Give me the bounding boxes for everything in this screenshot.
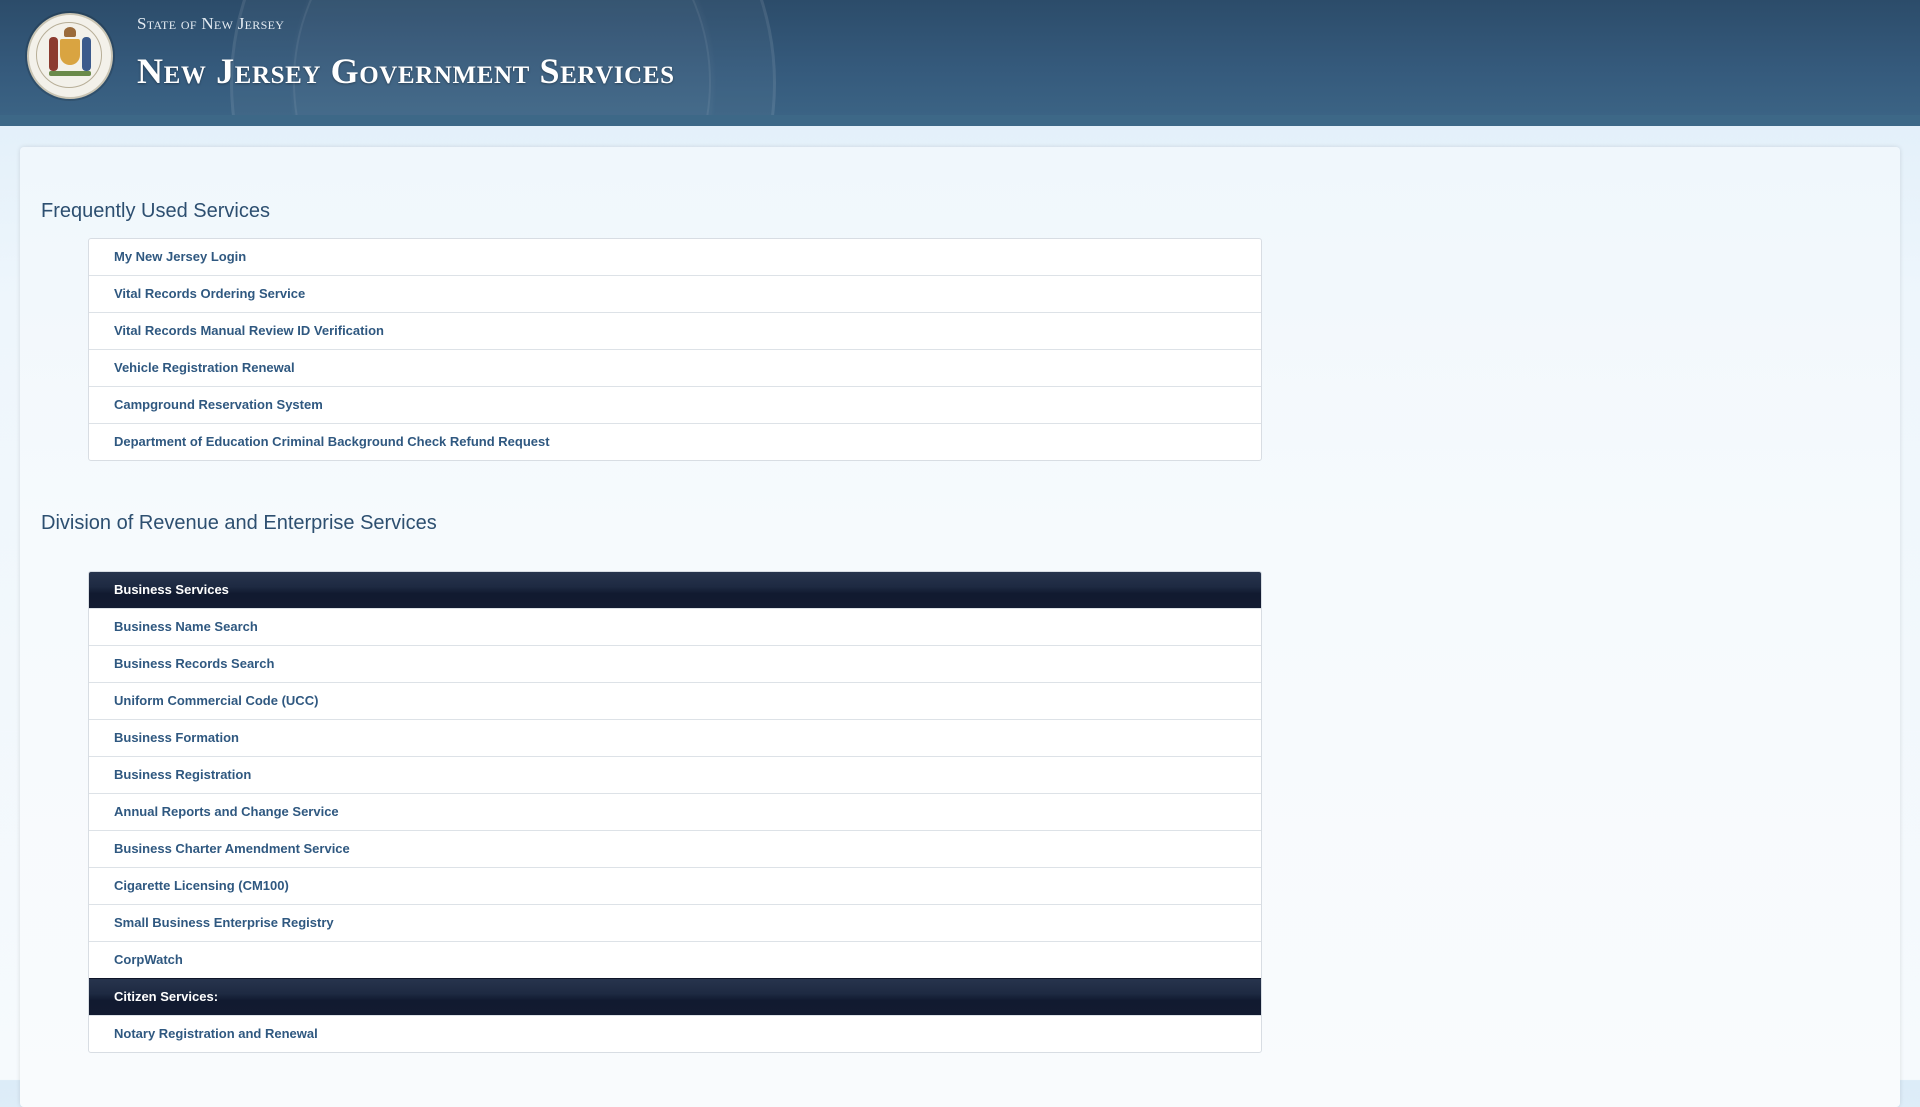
site-title[interactable]: New Jersey Government Services [137, 50, 675, 92]
link-vital-records-ordering[interactable]: Vital Records Ordering Service [89, 275, 1261, 312]
header-divider [0, 115, 1920, 116]
link-my-new-jersey-login[interactable]: My New Jersey Login [89, 239, 1261, 275]
group-header-citizen-services: Citizen Services: [89, 978, 1261, 1015]
link-small-business-registry[interactable]: Small Business Enterprise Registry [89, 904, 1261, 941]
nj-state-seal-icon[interactable] [27, 13, 113, 99]
revenue-services-list: Business Services Business Name Search B… [88, 571, 1262, 1053]
link-business-formation[interactable]: Business Formation [89, 719, 1261, 756]
section-title-frequent: Frequently Used Services [41, 200, 270, 222]
link-business-records-search[interactable]: Business Records Search [89, 645, 1261, 682]
link-annual-reports[interactable]: Annual Reports and Change Service [89, 793, 1261, 830]
link-corpwatch[interactable]: CorpWatch [89, 941, 1261, 978]
link-campground-reservation[interactable]: Campground Reservation System [89, 386, 1261, 423]
frequent-services-list: My New Jersey Login Vital Records Orderi… [88, 238, 1262, 461]
link-business-registration[interactable]: Business Registration [89, 756, 1261, 793]
group-header-business-services: Business Services [89, 572, 1261, 608]
link-vehicle-registration-renewal[interactable]: Vehicle Registration Renewal [89, 349, 1261, 386]
link-charter-amendment[interactable]: Business Charter Amendment Service [89, 830, 1261, 867]
link-cigarette-licensing[interactable]: Cigarette Licensing (CM100) [89, 867, 1261, 904]
link-vital-records-id-verification[interactable]: Vital Records Manual Review ID Verificat… [89, 312, 1261, 349]
state-label: State of New Jersey [137, 14, 285, 33]
link-doe-background-check-refund[interactable]: Department of Education Criminal Backgro… [89, 423, 1261, 460]
section-title-revenue: Division of Revenue and Enterprise Servi… [41, 512, 437, 534]
site-header: State of New Jersey New Jersey Governmen… [0, 0, 1920, 126]
link-ucc[interactable]: Uniform Commercial Code (UCC) [89, 682, 1261, 719]
link-business-name-search[interactable]: Business Name Search [89, 608, 1261, 645]
link-notary-registration[interactable]: Notary Registration and Renewal [89, 1015, 1261, 1052]
